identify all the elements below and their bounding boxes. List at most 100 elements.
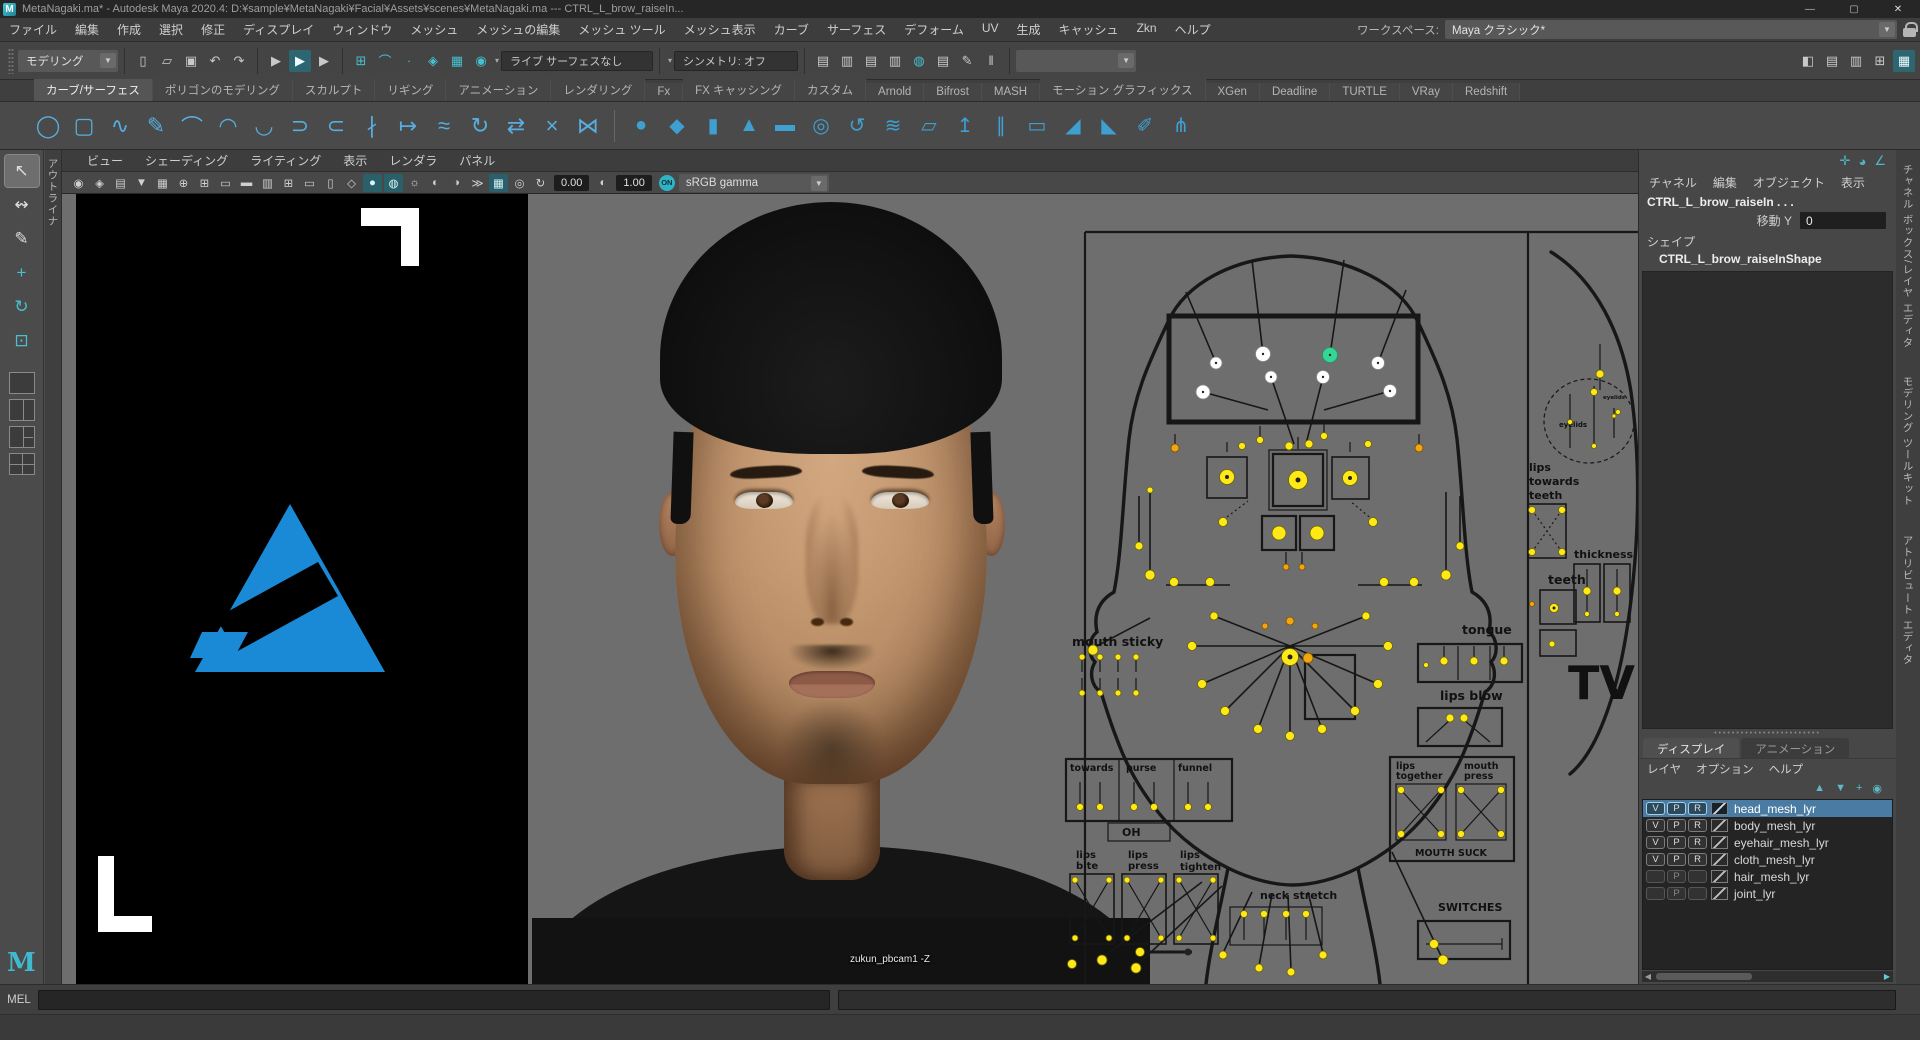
extend-curve-icon[interactable]: ↦ — [390, 107, 426, 145]
layer-visibility-toggle[interactable]: V — [1646, 836, 1665, 849]
image-plane-icon[interactable]: ▦ — [153, 174, 172, 192]
textured-icon[interactable]: ◍ — [384, 174, 403, 192]
rig-control-dot[interactable] — [1241, 911, 1248, 918]
maximize-button[interactable]: ▢ — [1832, 0, 1876, 18]
scrollbar-thumb[interactable] — [1656, 973, 1752, 980]
shelf-tab[interactable]: アニメーション — [446, 79, 551, 101]
symmetry-field[interactable]: シンメトリ: オフ — [674, 51, 798, 71]
rig-control-dot[interactable] — [1568, 420, 1573, 425]
rig-control-dot[interactable] — [1362, 612, 1370, 620]
lock-workspace-icon[interactable] — [1903, 22, 1916, 37]
rig-control-dot[interactable] — [1549, 641, 1555, 647]
pause-viewport-icon[interactable]: ‖ — [980, 50, 1002, 72]
render-view-icon[interactable]: ▤ — [812, 50, 834, 72]
layer-name[interactable]: head_mesh_lyr — [1732, 802, 1816, 816]
rig-control-dot[interactable] — [1470, 657, 1478, 665]
select-hierarchy-icon[interactable]: ▶ — [265, 50, 287, 72]
layer-editor-menu-item[interactable]: レイヤ — [1647, 761, 1681, 777]
snap-projected-center-icon[interactable]: ◈ — [422, 50, 444, 72]
gamma-field[interactable]: 1.00 — [616, 175, 651, 191]
rotate-tool[interactable]: ↻ — [5, 291, 39, 323]
rig-control-dot[interactable] — [1286, 617, 1294, 625]
nurbs-cube-icon[interactable]: ◆ — [659, 107, 695, 145]
colorspace-selector[interactable]: sRGB gamma ▼ — [679, 174, 829, 192]
shelf-tab[interactable]: Bifrost — [924, 83, 982, 101]
rig-control-dot[interactable] — [1079, 690, 1085, 696]
menu-item[interactable]: UV — [973, 21, 1008, 35]
menu-item[interactable]: メッシュ — [401, 21, 467, 38]
panel-menu-item[interactable]: パネル — [448, 152, 506, 169]
rig-control-dot[interactable] — [1185, 804, 1192, 811]
layout-three-pane-button[interactable] — [9, 426, 35, 448]
layer-row[interactable]: P hair_mesh_lyr — [1643, 868, 1892, 885]
multisample-icon[interactable]: ▦ — [489, 174, 508, 192]
ep-curve-tool-icon[interactable]: ∿ — [102, 107, 138, 145]
exposure-icon[interactable]: ↻ — [531, 174, 550, 192]
rig-control-dot[interactable] — [1185, 949, 1192, 956]
shaded-icon[interactable]: ● — [363, 174, 382, 192]
attribute-value-field[interactable]: 0 — [1800, 212, 1886, 229]
select-component-icon[interactable]: ▶ — [313, 50, 335, 72]
rig-control-dot[interactable] — [1498, 787, 1505, 794]
layer-editor-menu-item[interactable]: ヘルプ — [1769, 761, 1804, 777]
motion-blur-icon[interactable]: ≫ — [468, 174, 487, 192]
nurbs-plane-icon[interactable]: ▬ — [767, 107, 803, 145]
rig-control-dot[interactable] — [1133, 690, 1139, 696]
rig-control-dot[interactable] — [1262, 623, 1268, 629]
new-empty-layer-icon[interactable]: + — [1856, 782, 1862, 794]
rig-control-dot[interactable] — [1303, 911, 1310, 918]
outliner-collapsed-panel[interactable]: アウトライナ — [45, 150, 62, 984]
rig-control-dot[interactable] — [1283, 564, 1289, 570]
layer-reference-toggle[interactable] — [1688, 870, 1707, 883]
rig-control-dot[interactable] — [1106, 877, 1112, 883]
rig-control-dot[interactable] — [1303, 653, 1313, 663]
menu-item[interactable]: ヘルプ — [1166, 21, 1220, 38]
rig-control-dot[interactable] — [1592, 444, 1597, 449]
rig-control-dot[interactable] — [1365, 441, 1372, 448]
rig-control-dot[interactable] — [1615, 612, 1620, 617]
rig-control-dot[interactable] — [1612, 414, 1616, 418]
rig-control-dot[interactable] — [1097, 690, 1103, 696]
rig-control-dot[interactable] — [1283, 911, 1290, 918]
channel-box-menu-item[interactable]: オブジェクト — [1753, 174, 1825, 191]
rig-control-dot[interactable] — [1254, 725, 1263, 734]
sidebar-vertical-tab[interactable]: アトリビュート エディタ — [1901, 521, 1916, 679]
rig-control-dot[interactable] — [1115, 690, 1121, 696]
rig-control-dot[interactable] — [1124, 877, 1130, 883]
minimize-button[interactable]: — — [1788, 0, 1832, 18]
new-layer-from-selected-icon[interactable]: ◉ — [1872, 782, 1882, 795]
rig-control-dot[interactable] — [1424, 663, 1429, 668]
bevel-icon[interactable]: ◢ — [1055, 107, 1091, 145]
rig-control-dot[interactable] — [1145, 570, 1155, 580]
layer-reference-toggle[interactable]: R — [1688, 802, 1707, 815]
snap-grid-icon[interactable]: ⊞ — [350, 50, 372, 72]
layer-list-scrollbar[interactable]: ◀ ▶ — [1642, 971, 1893, 982]
rig-control-dot[interactable] — [1441, 570, 1451, 580]
shelf-tab[interactable]: MASH — [982, 83, 1040, 101]
rig-control-dot[interactable] — [1310, 526, 1324, 540]
layer-color-swatch[interactable] — [1711, 819, 1728, 832]
rig-control-dot[interactable] — [1380, 578, 1389, 587]
layer-reference-toggle[interactable]: R — [1688, 853, 1707, 866]
rig-control-dot[interactable] — [1351, 707, 1360, 716]
manipulator-axes-icon[interactable]: ✛ — [1840, 153, 1851, 169]
rig-control-dot[interactable] — [1219, 951, 1227, 959]
rig-control-dot[interactable] — [1529, 507, 1536, 514]
attach-curves-icon[interactable]: ⊃ — [282, 107, 318, 145]
nurbs-square-icon[interactable]: ▢ — [66, 107, 102, 145]
new-scene-icon[interactable]: ▯ — [132, 50, 154, 72]
pan-zoom-icon[interactable]: ⊕ — [174, 174, 193, 192]
rig-control-dot[interactable] — [1319, 951, 1327, 959]
rig-control-dot[interactable] — [1131, 804, 1138, 811]
chevron-down-icon[interactable]: ▾ — [495, 56, 499, 65]
live-surface-field[interactable]: ライブ サーフェスなし — [501, 51, 653, 71]
rig-control-dot[interactable] — [1131, 963, 1141, 973]
three-point-arc-icon[interactable]: ◠ — [210, 107, 246, 145]
hypershade-icon[interactable]: ◍ — [908, 50, 930, 72]
menu-item[interactable]: 作成 — [108, 21, 150, 38]
menu-item[interactable]: ウィンドウ — [323, 21, 401, 38]
rig-control-dot[interactable] — [1287, 968, 1295, 976]
channel-box-menu-item[interactable]: チャネル — [1649, 174, 1697, 191]
layer-color-swatch[interactable] — [1711, 870, 1728, 883]
rig-control-dot[interactable] — [1272, 526, 1286, 540]
